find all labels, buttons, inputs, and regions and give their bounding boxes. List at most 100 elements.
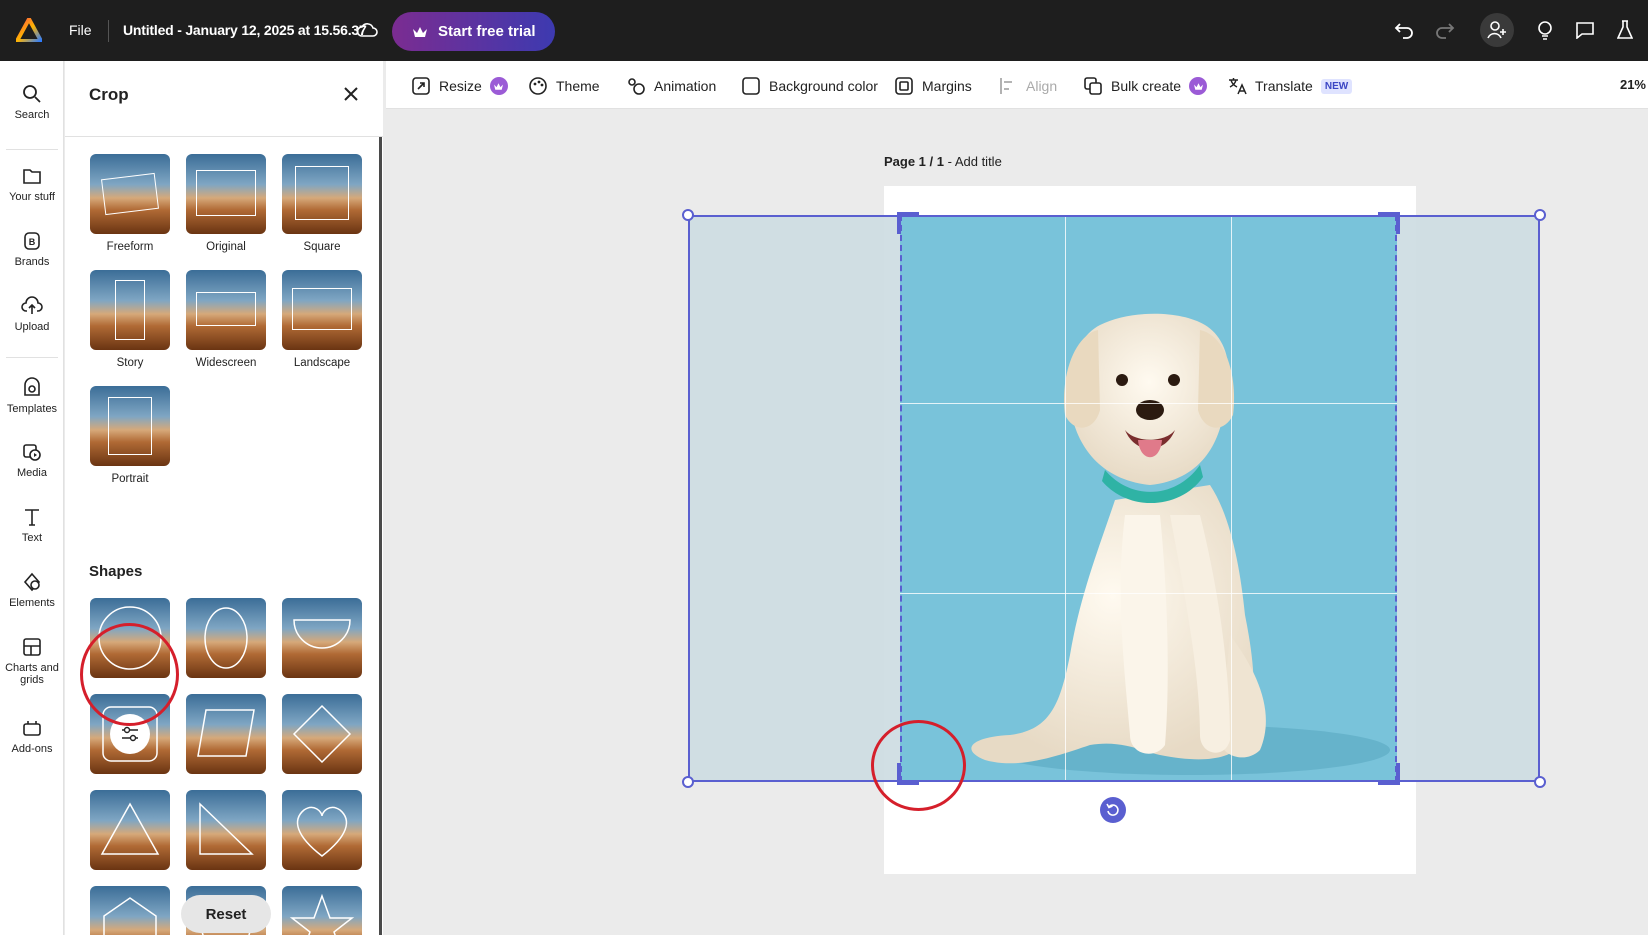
resize-handle-top-right[interactable] xyxy=(1534,209,1546,221)
rail-label: Your stuff xyxy=(9,191,55,203)
rail-text[interactable]: Text xyxy=(0,506,64,544)
tool-label: Animation xyxy=(654,78,717,94)
elements-icon xyxy=(23,572,41,592)
rail-label: Upload xyxy=(14,321,50,333)
crop-story[interactable] xyxy=(90,270,170,350)
margins-icon xyxy=(895,77,913,95)
brand-icon: B xyxy=(24,232,40,250)
tool-label: Resize xyxy=(439,78,482,94)
thumb-label: Freeform xyxy=(106,241,154,253)
svg-text:B: B xyxy=(29,237,36,247)
shape-triangle[interactable] xyxy=(90,790,170,870)
close-icon[interactable] xyxy=(342,85,360,103)
rail-label: Elements xyxy=(9,597,55,609)
crop-widescreen[interactable] xyxy=(186,270,266,350)
top-bar: File Untitled - January 12, 2025 at 15.5… xyxy=(0,0,1648,61)
tool-label: Background color xyxy=(769,78,878,94)
rail-your-stuff[interactable]: Your stuff xyxy=(0,165,64,203)
page-number: Page 1 / 1 xyxy=(884,154,944,169)
comment-icon[interactable] xyxy=(1570,15,1600,45)
crop-corner-bottom-right[interactable] xyxy=(1378,763,1400,785)
crop-portrait[interactable] xyxy=(90,386,170,466)
panel-title: Crop xyxy=(89,85,129,104)
premium-crown-icon xyxy=(489,77,508,95)
rail-upload[interactable]: Upload xyxy=(0,295,64,333)
thumb-label: Widescreen xyxy=(195,357,257,369)
bulk-create-button[interactable]: Bulk create xyxy=(1083,76,1208,96)
crown-icon xyxy=(413,26,427,37)
palette-icon xyxy=(529,77,547,95)
undo-icon[interactable] xyxy=(1389,15,1419,45)
resize-icon xyxy=(412,77,430,95)
thumb-label: Landscape xyxy=(293,357,351,369)
rail-templates[interactable]: Templates xyxy=(0,377,64,415)
templates-icon xyxy=(24,377,40,396)
crop-original[interactable] xyxy=(186,154,266,234)
resize-button[interactable]: Resize xyxy=(411,76,508,96)
crop-frame[interactable] xyxy=(900,215,1397,782)
crop-landscape[interactable] xyxy=(282,270,362,350)
rotate-handle[interactable] xyxy=(1100,797,1126,823)
resize-handle-bottom-right[interactable] xyxy=(1534,776,1546,788)
shape-heart[interactable] xyxy=(282,790,362,870)
thumb-label: Original xyxy=(206,241,246,253)
rail-search[interactable]: Search xyxy=(0,83,64,121)
translate-icon xyxy=(1229,78,1247,95)
rail-label: Media xyxy=(17,467,47,479)
tool-label: Align xyxy=(1026,78,1058,94)
tool-label: Bulk create xyxy=(1111,78,1182,94)
crop-corner-top-right[interactable] xyxy=(1378,212,1400,234)
context-toolbar: Resize Theme Animation Background color … xyxy=(386,61,1648,109)
lightbulb-icon[interactable] xyxy=(1530,15,1560,45)
background-color-button[interactable]: Background color xyxy=(741,76,878,96)
file-menu[interactable]: File xyxy=(69,22,92,38)
shape-pentagon-arch[interactable] xyxy=(90,886,170,935)
animation-icon xyxy=(628,78,645,95)
trial-label: Start free trial xyxy=(438,23,536,40)
resize-handle-top-left[interactable] xyxy=(682,209,694,221)
zoom-level[interactable]: 21% xyxy=(1620,77,1646,92)
rail-media[interactable]: Media xyxy=(0,441,64,479)
redo-icon[interactable] xyxy=(1430,15,1460,45)
rail-add-ons[interactable]: Add-ons xyxy=(0,717,64,755)
annotation-circle xyxy=(871,720,966,811)
upload-icon xyxy=(21,296,43,314)
adobe-express-logo[interactable] xyxy=(16,18,42,42)
divider xyxy=(108,20,109,42)
shape-star[interactable] xyxy=(282,886,362,935)
align-button[interactable]: Align xyxy=(998,76,1057,96)
invite-user-icon[interactable] xyxy=(1480,13,1514,47)
resize-handle-bottom-left[interactable] xyxy=(682,776,694,788)
add-title-link[interactable]: - Add title xyxy=(944,154,1002,169)
crop-square[interactable] xyxy=(282,154,362,234)
shape-diamond[interactable] xyxy=(282,694,362,774)
thumb-label: Story xyxy=(116,357,144,369)
divider xyxy=(6,149,58,150)
panel-scrollbar[interactable] xyxy=(379,137,382,935)
align-icon xyxy=(1000,78,1012,94)
crop-freeform[interactable] xyxy=(90,154,170,234)
translate-button[interactable]: Translate NEW xyxy=(1227,76,1353,96)
cloud-icon[interactable] xyxy=(356,21,378,39)
rail-charts-and-grids[interactable]: Charts and grids xyxy=(0,636,64,686)
margins-button[interactable]: Margins xyxy=(894,76,972,96)
rail-elements[interactable]: Elements xyxy=(0,571,64,609)
folder-icon xyxy=(23,169,41,184)
rail-label: Charts and grids xyxy=(5,662,59,686)
thumb-label: Square xyxy=(303,241,341,253)
labs-flask-icon[interactable] xyxy=(1610,15,1640,45)
crop-panel: Crop Freeform Original Square Story Wide… xyxy=(65,61,383,935)
rail-brands[interactable]: B Brands xyxy=(0,230,64,268)
document-title[interactable]: Untitled - January 12, 2025 at 15.56.37 xyxy=(123,22,367,38)
shape-right-triangle[interactable] xyxy=(186,790,266,870)
shape-ellipse[interactable] xyxy=(186,598,266,678)
shape-semicircle[interactable] xyxy=(282,598,362,678)
shape-parallelogram[interactable] xyxy=(186,694,266,774)
start-free-trial-button[interactable]: Start free trial xyxy=(392,12,555,51)
reset-button[interactable]: Reset xyxy=(181,895,271,933)
theme-button[interactable]: Theme xyxy=(528,76,600,96)
bulk-create-icon xyxy=(1084,77,1102,95)
tool-label: Theme xyxy=(556,78,600,94)
animation-button[interactable]: Animation xyxy=(626,76,716,96)
crop-corner-top-left[interactable] xyxy=(897,212,919,234)
